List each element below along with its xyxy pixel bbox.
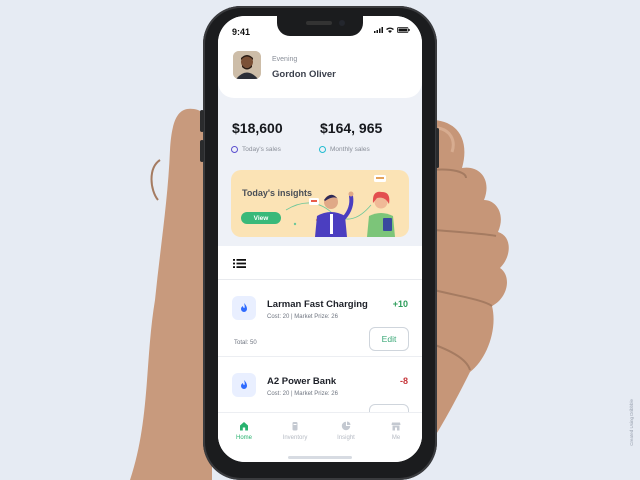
signal-icon	[374, 27, 383, 33]
status-time: 9:41	[232, 27, 251, 37]
flame-icon	[241, 380, 247, 389]
phone-volume-button	[200, 140, 204, 162]
nav-item-me[interactable]: Me	[376, 421, 416, 441]
greeting-text: Evening	[272, 56, 298, 63]
monthly-sales-value: $164, 965	[320, 120, 383, 136]
stock-change: -8	[399, 376, 408, 386]
nav-label-insight: Insight	[337, 435, 355, 441]
nav-item-inventory[interactable]: Inventory	[275, 421, 315, 441]
list-item[interactable]: Larman Fast Charging Cost: 20 | Market P…	[218, 280, 422, 357]
status-icons	[374, 27, 410, 33]
product-total: Total: 50	[234, 340, 257, 346]
legend-dot-icon	[231, 146, 238, 153]
nav-item-insight[interactable]: Insight	[326, 421, 366, 441]
phone-notch	[277, 16, 363, 36]
wifi-icon	[386, 27, 394, 33]
bottom-nav: Home Inventory Insight Me	[218, 412, 422, 453]
list-header	[218, 246, 422, 280]
product-icon	[232, 296, 256, 320]
monthly-sales-label: Monthly sales	[319, 146, 370, 153]
avatar[interactable]	[233, 51, 261, 79]
battery-icon	[397, 27, 410, 33]
view-insights-button[interactable]: View	[241, 212, 281, 224]
edit-button[interactable]: Edit	[369, 327, 409, 351]
insights-illustration	[285, 175, 395, 237]
todays-sales-label: Today's sales	[231, 146, 281, 153]
insights-title: Today's insights	[242, 188, 312, 198]
phone-power-button	[436, 128, 439, 168]
store-icon	[391, 422, 401, 431]
home-icon	[240, 422, 248, 431]
todays-sales-value: $18,600	[232, 120, 283, 136]
user-name: Gordon Oliver	[272, 69, 336, 80]
insights-banner[interactable]: Today's insights View	[231, 170, 409, 237]
phone-volume-button	[200, 110, 204, 132]
nav-label-home: Home	[235, 435, 252, 441]
list-icon[interactable]	[233, 259, 246, 268]
product-meta: Cost: 20 | Market Prize: 26	[267, 314, 338, 320]
todays-sales-label-text: Today's sales	[242, 146, 281, 153]
nav-label-me: Me	[391, 435, 401, 441]
home-indicator	[288, 456, 352, 459]
nav-label-inventory: Inventory	[282, 435, 308, 441]
product-icon	[232, 373, 256, 397]
person-photo-icon	[233, 51, 261, 79]
legend-dot-icon	[319, 146, 326, 153]
camera-icon	[339, 20, 345, 26]
credit-text: Created Using Dribbble	[629, 399, 634, 446]
flame-icon	[241, 303, 247, 312]
nav-item-home[interactable]: Home	[224, 421, 264, 441]
speaker-icon	[306, 21, 332, 25]
insight-icon	[341, 421, 351, 431]
product-meta: Cost: 20 | Market Prize: 26	[267, 391, 338, 397]
app-screen: 9:41 Evening Gordon Oliver $18,600 Today…	[218, 16, 422, 462]
inventory-icon	[292, 422, 298, 431]
product-name: A2 Power Bank	[267, 376, 337, 387]
product-name: Larman Fast Charging	[267, 299, 368, 310]
monthly-sales-label-text: Monthly sales	[330, 146, 370, 153]
stock-change: +10	[392, 299, 408, 309]
